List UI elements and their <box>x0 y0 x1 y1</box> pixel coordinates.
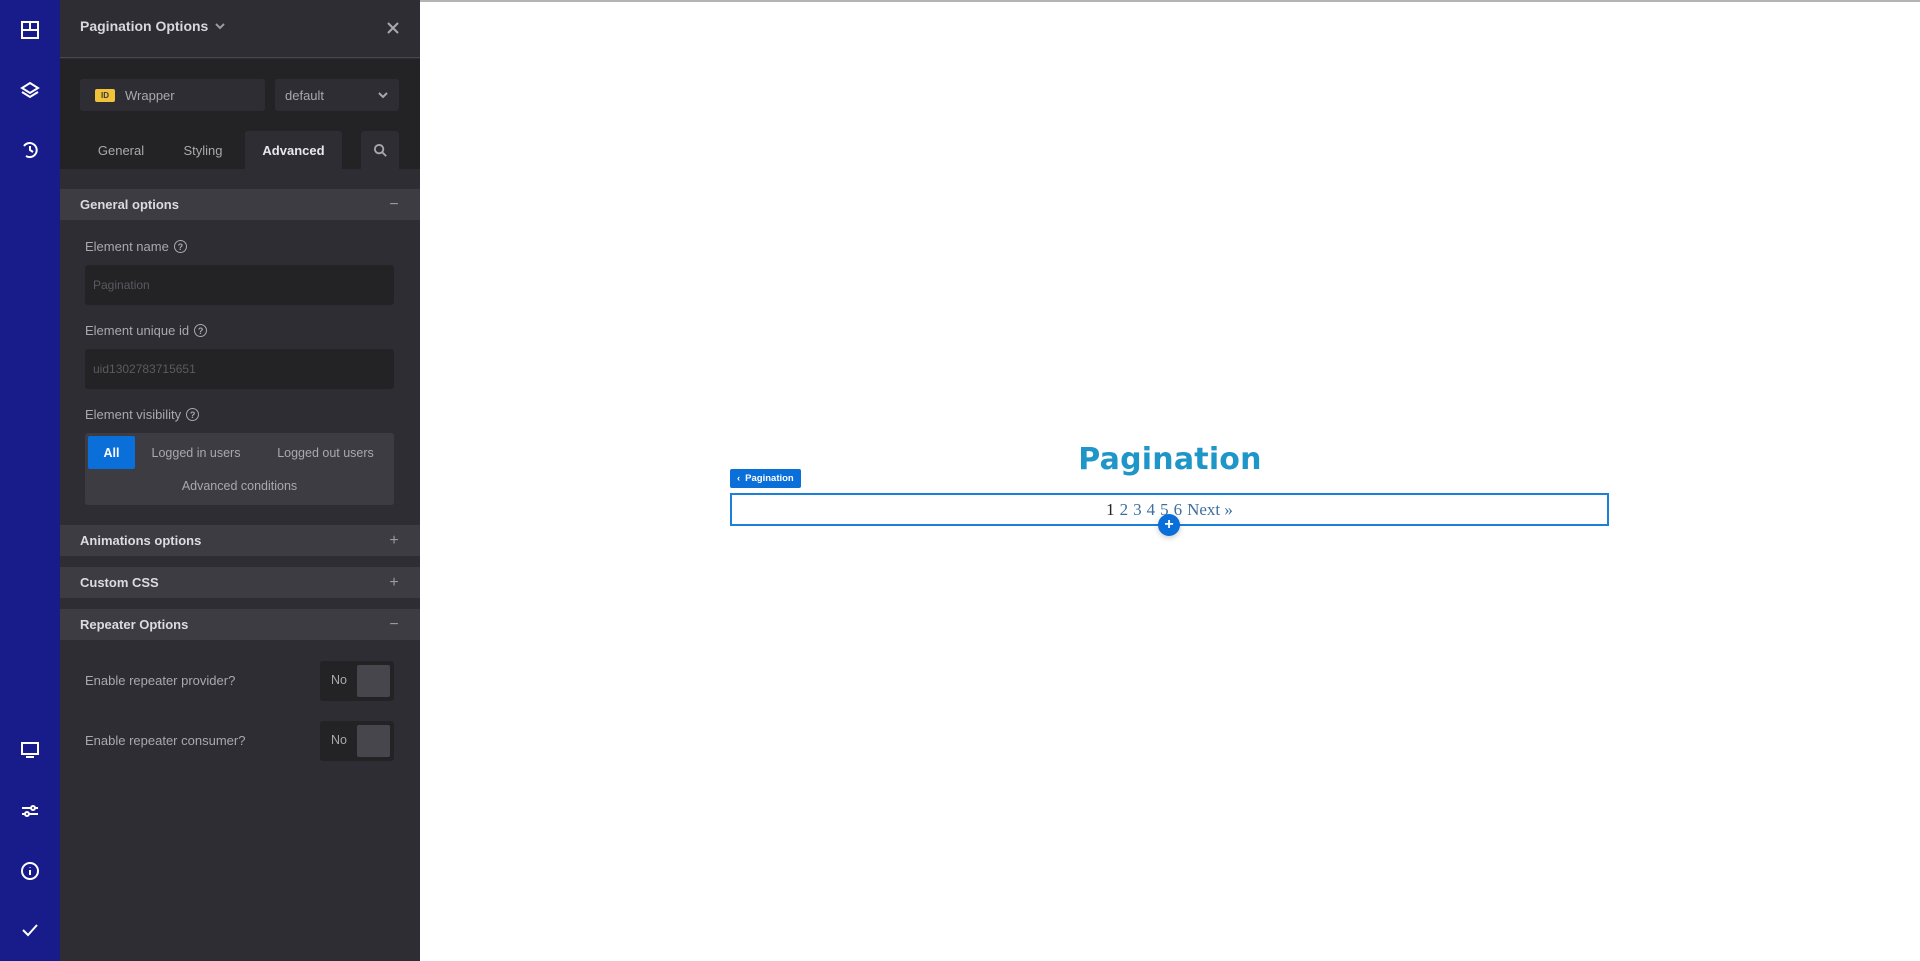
help-icon[interactable]: ? <box>186 408 200 421</box>
element-visibility-label: Element visibility ? <box>85 407 200 422</box>
chevron-down-icon <box>215 23 226 30</box>
panel-header: Pagination Options <box>60 0 420 58</box>
left-rail <box>0 0 60 961</box>
tab-advanced[interactable]: Advanced <box>245 131 342 169</box>
element-id-input[interactable] <box>85 349 394 389</box>
section-title: General options <box>80 197 179 212</box>
label-text: Element unique id <box>85 323 190 338</box>
element-name-input[interactable] <box>85 265 394 305</box>
element-name-label: Element name ? <box>85 239 187 254</box>
history-icon[interactable] <box>18 138 42 162</box>
chevron-down-icon <box>378 92 388 99</box>
toggle-state: No <box>331 733 347 747</box>
repeater-provider-toggle[interactable]: No <box>320 661 394 701</box>
panel-title: Pagination Options <box>80 18 209 34</box>
tab-styling[interactable]: Styling <box>162 131 244 169</box>
options-panel: Pagination Options ID Wrapper default Ge… <box>60 0 420 961</box>
label-text: Element name <box>85 239 169 254</box>
info-icon[interactable] <box>18 859 42 883</box>
repeater-consumer-toggle[interactable]: No <box>320 721 394 761</box>
close-button[interactable] <box>384 19 402 37</box>
toggle-knob <box>357 725 390 757</box>
section-title: Animations options <box>80 533 202 548</box>
element-tag-label: Pagination <box>745 473 794 484</box>
page-link[interactable]: 3 <box>1133 500 1142 520</box>
page-link[interactable]: 4 <box>1147 500 1156 520</box>
expand-icon: + <box>389 531 399 549</box>
collapse-icon: − <box>389 195 399 213</box>
visibility-advanced-conditions[interactable]: Advanced conditions <box>85 469 394 502</box>
wrapper-selector[interactable]: ID Wrapper <box>80 79 265 111</box>
plus-icon: + <box>1164 516 1174 533</box>
repeater-consumer-label: Enable repeater consumer? <box>85 733 246 748</box>
preset-value: default <box>285 87 325 103</box>
visibility-logged-in[interactable]: Logged in users <box>140 436 252 469</box>
selector-band: ID Wrapper default General Styling Advan… <box>60 59 420 169</box>
preset-select[interactable]: default <box>275 79 399 111</box>
section-animations-options[interactable]: Animations options + <box>60 525 420 556</box>
next-page-link[interactable]: Next » <box>1187 500 1233 520</box>
help-icon[interactable]: ? <box>173 240 187 253</box>
search-button[interactable] <box>361 131 399 169</box>
add-element-button[interactable]: + <box>1158 514 1180 536</box>
toggle-state: No <box>331 673 347 687</box>
section-repeater-options[interactable]: Repeater Options − <box>60 609 420 640</box>
help-icon[interactable]: ? <box>194 324 208 337</box>
collapse-icon: − <box>389 615 399 633</box>
page-link[interactable]: 2 <box>1120 500 1129 520</box>
visibility-logged-out[interactable]: Logged out users <box>263 436 388 469</box>
visibility-group: All Logged in users Logged out users Adv… <box>85 433 394 505</box>
tab-general[interactable]: General <box>80 131 162 169</box>
section-title: Repeater Options <box>80 617 189 632</box>
expand-icon: + <box>389 573 399 591</box>
chevron-left-icon: ‹ <box>737 473 741 484</box>
panel-title-dropdown[interactable]: Pagination Options <box>80 18 226 34</box>
section-general-options[interactable]: General options − <box>60 189 420 220</box>
toggle-knob <box>357 665 390 697</box>
search-icon <box>373 143 387 157</box>
monitor-icon[interactable] <box>18 738 42 762</box>
element-id-label: Element unique id ? <box>85 323 208 338</box>
check-icon[interactable] <box>18 918 42 942</box>
layers-icon[interactable] <box>18 78 42 102</box>
section-title: Custom CSS <box>80 575 159 590</box>
layout-icon[interactable] <box>18 18 42 42</box>
wrapper-label: Wrapper <box>125 87 175 103</box>
sliders-icon[interactable] <box>18 799 42 823</box>
label-text: Element visibility <box>85 407 182 422</box>
id-badge: ID <box>95 88 115 102</box>
element-tag[interactable]: ‹ Pagination <box>730 469 801 488</box>
pagination-heading[interactable]: Pagination <box>420 442 1920 477</box>
editor-canvas: Pagination ‹ Pagination 1 2 3 4 5 6 Next… <box>420 0 1920 961</box>
section-custom-css[interactable]: Custom CSS + <box>60 567 420 598</box>
close-icon <box>387 22 399 34</box>
visibility-all[interactable]: All <box>88 436 135 469</box>
current-page: 1 <box>1106 500 1115 519</box>
repeater-provider-label: Enable repeater provider? <box>85 673 236 688</box>
